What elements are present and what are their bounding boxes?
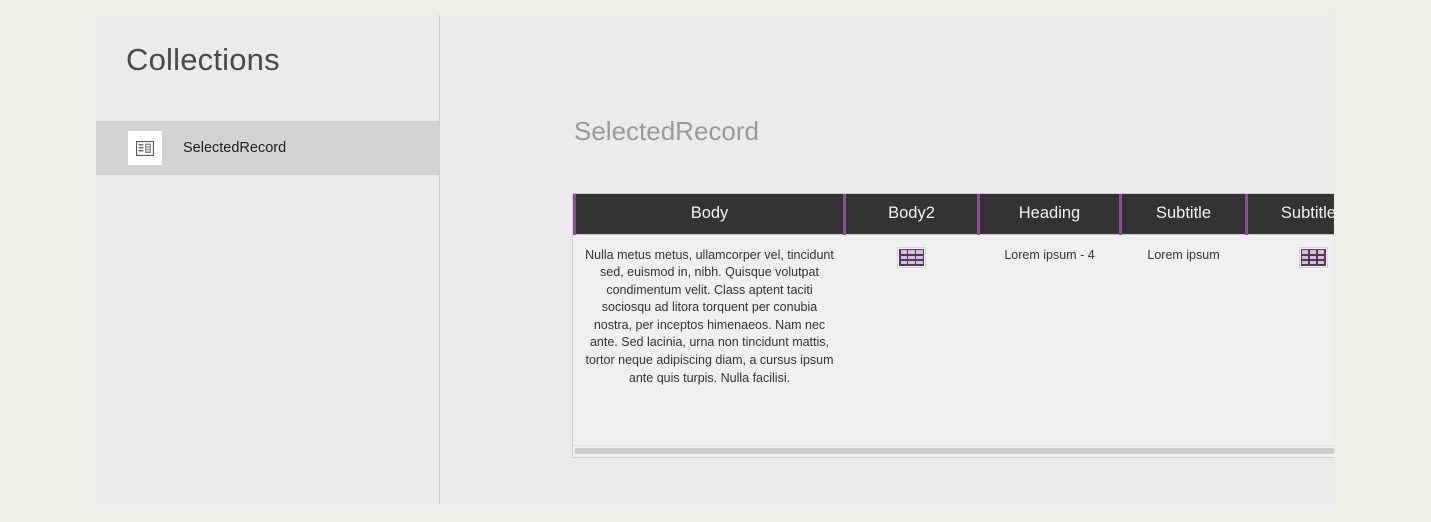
cell-heading: Lorem ipsum - 4 — [978, 234, 1121, 398]
collections-sidebar: Collections SelectedRecord — [96, 15, 439, 504]
collection-list: SelectedRecord — [96, 121, 439, 175]
cell-body2 — [844, 234, 979, 398]
scrollbar-thumb[interactable] — [575, 448, 1334, 454]
cell-subtitle2 — [1246, 234, 1334, 398]
record-form-icon — [128, 131, 162, 165]
collection-data-table: Body Body2 Heading Subtitle Subtitle2 Nu… — [572, 193, 1334, 458]
table-header-row: Body Body2 Heading Subtitle Subtitle2 — [573, 194, 1334, 235]
table-grid-icon[interactable] — [1298, 246, 1328, 268]
page-title: Collections — [126, 42, 280, 77]
column-header-body[interactable]: Body — [573, 194, 845, 235]
sidebar-item-label: SelectedRecord — [183, 140, 287, 156]
column-header-heading[interactable]: Heading — [977, 194, 1121, 235]
column-header-subtitle2[interactable]: Subtitle2 — [1245, 194, 1334, 235]
column-header-subtitle[interactable]: Subtitle — [1119, 194, 1247, 235]
table-grid-icon[interactable] — [897, 246, 926, 268]
data-grid: Body Body2 Heading Subtitle Subtitle2 Nu… — [573, 194, 1334, 398]
column-header-body2[interactable]: Body2 — [843, 194, 979, 235]
collection-detail-pane: SelectedRecord Body Body2 Heading Subtit… — [440, 15, 1334, 504]
cell-subtitle: Lorem ipsum — [1120, 234, 1247, 398]
sidebar-item-selectedrecord[interactable]: SelectedRecord — [96, 121, 439, 175]
cell-body: Nulla metus metus, ullamcorper vel, tinc… — [574, 234, 845, 398]
table-horizontal-scrollbar[interactable] — [573, 445, 1334, 457]
collections-app-window: Collections SelectedRecord SelectedRecor… — [96, 15, 1334, 504]
collection-name-heading: SelectedRecord — [574, 116, 759, 146]
table-row[interactable]: Nulla metus metus, ullamcorper vel, tinc… — [574, 234, 1334, 398]
